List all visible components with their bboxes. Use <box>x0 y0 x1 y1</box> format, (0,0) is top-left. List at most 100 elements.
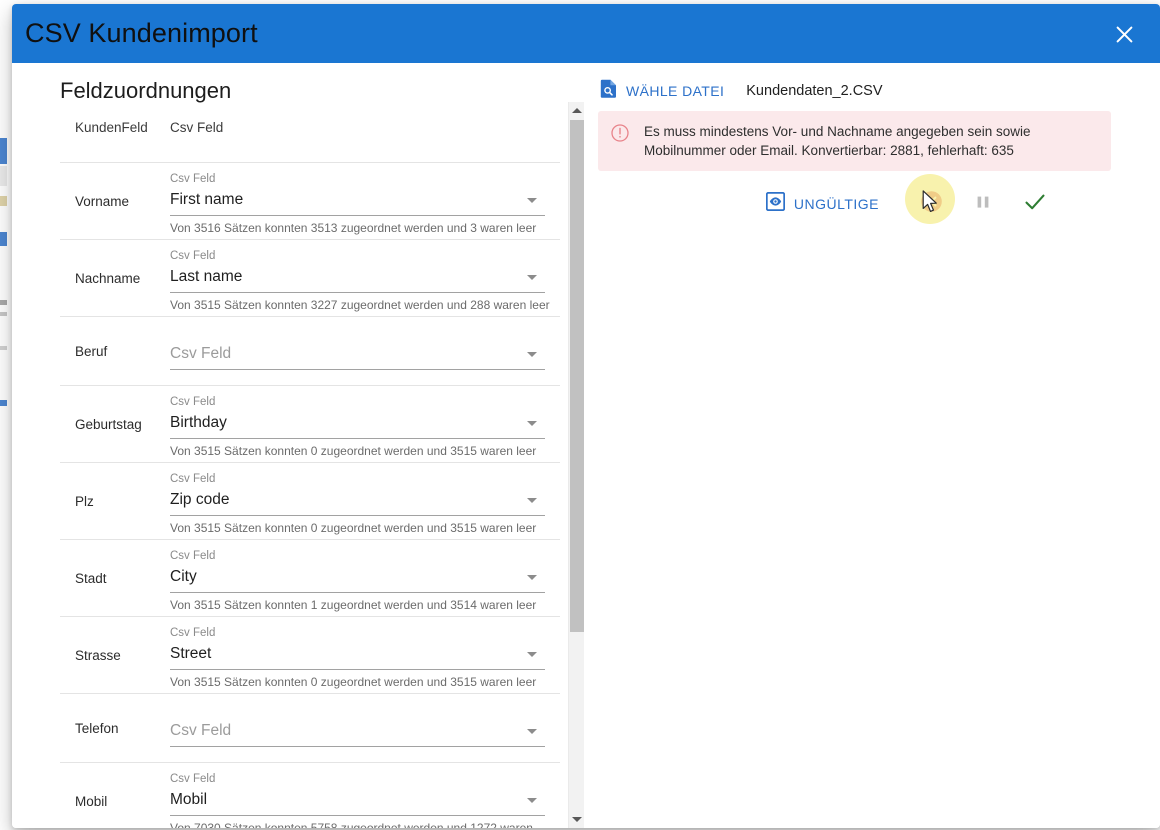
chevron-down-icon <box>527 198 537 203</box>
dialog-body: Feldzuordnungen KundenFeld Csv Feld Vorn… <box>12 63 1160 828</box>
csv-field-float-label: Csv Feld <box>170 627 216 639</box>
chevron-down-icon <box>527 729 537 734</box>
mapping-row-label: Nachname <box>75 270 141 286</box>
mapping-row-label: Beruf <box>75 343 108 359</box>
mapping-row-hint: Von 3515 Sätzen konnten 0 zugeordnet wer… <box>170 444 537 458</box>
selected-file-name: Kundendaten_2.CSV <box>746 83 883 99</box>
mapping-scroll-viewport: Vorname Csv Feld First name Von 3516 Sätzen… <box>60 102 577 828</box>
check-icon <box>1023 190 1047 219</box>
file-search-icon <box>600 79 617 103</box>
choose-file-button[interactable]: WÄHLE DATEI <box>626 83 724 99</box>
mapping-row-label: Geburtstag <box>75 416 142 432</box>
mapping-row-label: Vorname <box>75 193 130 209</box>
import-status-panel: WÄHLE DATEI Kundendaten_2.CSV Es muss mi… <box>587 63 1160 828</box>
csv-field-select[interactable]: Last name <box>170 266 545 293</box>
mapping-row: Nachname Csv Feld Last name Von 3515 Sätzen… <box>60 239 560 316</box>
mapping-row-hint: Von 3516 Sätzen konnten 3513 zugeordnet … <box>170 221 537 235</box>
mapping-row: Mobil Csv Feld Mobil Von 7030 Sätzen konnte… <box>60 762 560 828</box>
mapping-field-wrapper: Csv Feld Street Von 3515 Sätzen konnten 0 … <box>170 617 560 693</box>
mapping-field-wrapper: Csv Feld Mobil Von 7030 Sätzen konnten 575… <box>170 763 560 828</box>
mapping-row-label: Strasse <box>75 647 121 663</box>
mapping-field-wrapper: Csv Feld <box>170 317 560 385</box>
mapping-row-hint: Von 3515 Sätzen konnten 0 zugeordnet wer… <box>170 675 537 689</box>
background-fragment <box>0 196 7 206</box>
scrollbar-thumb[interactable] <box>570 120 584 632</box>
cancel-import-button[interactable] <box>911 186 951 222</box>
background-fragment <box>0 138 7 164</box>
csv-field-float-label: Csv Feld <box>170 550 216 562</box>
csv-field-select[interactable]: City <box>170 566 545 593</box>
csv-field-select[interactable]: Street <box>170 643 545 670</box>
csv-field-select[interactable]: Birthday <box>170 412 545 439</box>
mapping-field-wrapper: Csv Feld Zip code Von 3515 Sätzen konnten … <box>170 463 560 539</box>
dialog-titlebar: CSV Kundenimport <box>12 4 1160 63</box>
mapping-row-hint: Von 3515 Sätzen konnten 1 zugeordnet wer… <box>170 598 537 612</box>
chevron-down-icon <box>527 798 537 803</box>
scroll-up-arrow-icon <box>572 108 582 113</box>
scroll-down-arrow-icon <box>572 817 582 822</box>
mapping-row-hint: Von 3515 Sätzen konnten 0 zugeordnet wer… <box>170 521 537 535</box>
background-fragment <box>0 346 7 350</box>
pause-import-button[interactable] <box>963 186 1003 222</box>
mapping-row: Strasse Csv Feld Street Von 3515 Sätzen kon… <box>60 616 560 693</box>
cancel-circle-icon <box>920 190 943 218</box>
mapping-row: Geburtstag Csv Feld Birthday Von 3515 Sätze… <box>60 385 560 462</box>
csv-field-select[interactable]: Mobil <box>170 789 545 816</box>
show-invalid-button[interactable]: UNGÜLTIGE <box>765 186 879 222</box>
page-title: CSV Kundenimport <box>25 18 258 48</box>
mapping-list: Vorname Csv Feld First name Von 3516 Sätzen… <box>60 102 560 828</box>
section-title: Feldzuordnungen <box>60 78 232 103</box>
chevron-down-icon <box>527 421 537 426</box>
mapping-row: Plz Csv Feld Zip code Von 3515 Sätzen konnt… <box>60 462 560 539</box>
mapping-row: Beruf Csv Feld <box>60 316 560 385</box>
mapping-field-wrapper: Csv Feld City Von 3515 Sätzen konnten 1 zu… <box>170 540 560 616</box>
import-action-row: UNGÜLTIGE <box>587 184 1117 224</box>
mapping-field-wrapper: Csv Feld <box>170 694 560 762</box>
chevron-down-icon <box>527 652 537 657</box>
chevron-down-icon <box>527 498 537 503</box>
preview-eye-icon <box>765 191 785 216</box>
background-fragment <box>0 232 7 246</box>
error-exclamation-icon <box>611 124 629 147</box>
mapping-scrollbar[interactable] <box>568 102 584 828</box>
background-fragment <box>0 400 7 406</box>
scroll-down-button[interactable] <box>569 811 585 828</box>
pause-icon <box>973 192 993 217</box>
mapping-row-hint: Von 7030 Sätzen konnten 5758 zugeordnet … <box>170 821 533 828</box>
csv-field-select[interactable]: First name <box>170 189 545 216</box>
mapping-row-hint: Von 3515 Sätzen konnten 3227 zugeordnet … <box>170 298 550 312</box>
mapping-field-wrapper: Csv Feld First name Von 3516 Sätzen konnte… <box>170 163 560 239</box>
show-invalid-label: UNGÜLTIGE <box>793 196 879 212</box>
mapping-row: Vorname Csv Feld First name Von 3516 Sätzen… <box>60 162 560 239</box>
background-fragment <box>0 166 7 186</box>
mapping-row: Telefon Csv Feld <box>60 693 560 762</box>
chevron-down-icon <box>527 352 537 357</box>
header-spacer <box>60 102 560 162</box>
confirm-import-button[interactable] <box>1015 186 1055 222</box>
error-message-box: Es muss mindestens Vor- und Nachname ang… <box>598 111 1111 171</box>
close-icon <box>1115 25 1134 44</box>
chevron-down-icon <box>527 575 537 580</box>
csv-field-float-label: Csv Feld <box>170 396 216 408</box>
csv-field-select[interactable]: Csv Feld <box>170 343 545 370</box>
background-fragment <box>0 300 7 305</box>
csv-field-select[interactable]: Csv Feld <box>170 720 545 747</box>
csv-field-select[interactable]: Zip code <box>170 489 545 516</box>
chevron-down-icon <box>527 275 537 280</box>
mapping-row-label: Stadt <box>75 570 107 586</box>
mapping-field-wrapper: Csv Feld Last name Von 3515 Sätzen konnten… <box>170 240 560 316</box>
background-fragment <box>0 312 7 316</box>
mapping-row: Stadt Csv Feld City Von 3515 Sätzen konnten… <box>60 539 560 616</box>
mapping-row-label: Telefon <box>75 720 119 736</box>
mapping-row-label: Plz <box>75 493 94 509</box>
scroll-up-button[interactable] <box>569 102 585 119</box>
file-selection-row: WÄHLE DATEI Kundendaten_2.CSV <box>600 79 883 103</box>
mapping-field-wrapper: Csv Feld Birthday Von 3515 Sätzen konnten … <box>170 386 560 462</box>
field-mapping-panel: Feldzuordnungen KundenFeld Csv Feld Vorn… <box>12 63 584 828</box>
csv-field-float-label: Csv Feld <box>170 250 216 262</box>
mapping-row-label: Mobil <box>75 793 108 809</box>
csv-field-float-label: Csv Feld <box>170 173 216 185</box>
close-button[interactable] <box>1104 14 1144 54</box>
error-message-text: Es muss mindestens Vor- und Nachname ang… <box>644 124 1031 158</box>
csv-field-float-label: Csv Feld <box>170 773 216 785</box>
